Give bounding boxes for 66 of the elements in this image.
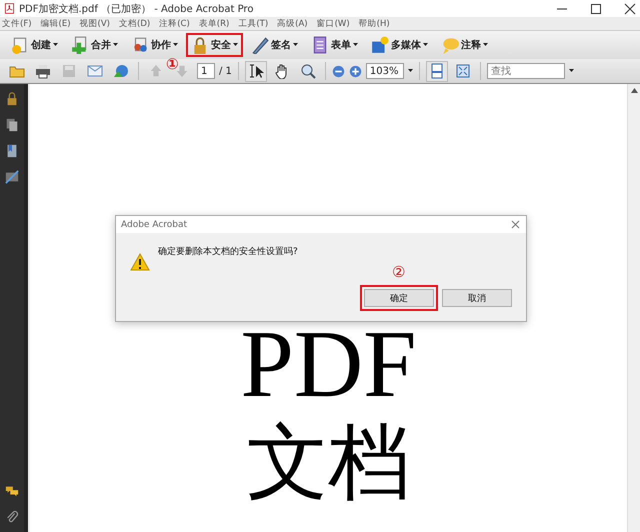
select-tool-button[interactable] <box>244 60 267 82</box>
close-icon[interactable] <box>624 2 636 14</box>
expand-icon <box>454 63 471 79</box>
document-text: 文档 <box>246 422 410 504</box>
menu-item[interactable]: 高级(A) <box>277 18 308 30</box>
toolbar-button[interactable]: 多媒体 <box>366 33 433 57</box>
menu-item[interactable]: 编辑(E) <box>40 18 71 30</box>
menu-item[interactable]: 文件(F) <box>2 18 32 30</box>
dialog-button[interactable]: 取消 <box>442 289 512 307</box>
pages-icon <box>5 118 19 132</box>
toolbar-button[interactable]: 创建 <box>6 33 63 57</box>
caret-icon <box>568 69 574 73</box>
signature-icon <box>5 170 19 184</box>
pen-icon <box>251 36 269 54</box>
save-icon <box>61 63 77 79</box>
page-icon <box>428 63 445 79</box>
caret-icon <box>483 43 488 47</box>
caret-icon <box>423 43 428 47</box>
zoom-field[interactable]: 103% <box>366 63 404 79</box>
caret-icon <box>353 43 358 47</box>
menu-item[interactable]: 注释(C) <box>159 18 190 30</box>
toolbar-button[interactable]: 表单 <box>306 33 363 57</box>
mail-icon <box>87 63 103 79</box>
menu-item[interactable]: 工具(T) <box>238 18 268 30</box>
callout-number: ① <box>166 57 179 72</box>
caret-icon <box>408 69 413 73</box>
dialog-button[interactable]: 确定 <box>364 289 434 307</box>
dialog-message: 确定要删除本文档的安全性设置吗? <box>158 246 298 259</box>
caret-icon <box>293 43 298 47</box>
menu-item[interactable]: 表单(R) <box>198 18 230 30</box>
up-arrow-icon <box>149 64 163 78</box>
warning-icon <box>130 253 150 271</box>
menu-item[interactable]: 窗口(W) <box>316 18 350 30</box>
pdf-file-icon <box>4 3 15 14</box>
menu-item[interactable]: 视图(V) <box>80 18 110 30</box>
search-field[interactable]: 查找 <box>486 63 565 79</box>
toolbar-button[interactable]: 注释 <box>436 33 493 57</box>
magnifier-icon <box>300 63 316 79</box>
zoom-out-icon <box>332 64 345 78</box>
callout-number: ② <box>392 265 406 280</box>
single-page-button[interactable] <box>426 60 448 82</box>
padlock-icon <box>5 92 19 106</box>
dialog-title: Adobe Acrobat <box>121 220 188 230</box>
toolbar-button[interactable]: 合并 <box>66 33 123 57</box>
maximize-icon[interactable] <box>590 2 602 14</box>
bookmark-icon <box>5 144 19 158</box>
print-icon <box>35 63 51 79</box>
speech-bubble-icon <box>441 36 459 54</box>
paperclip-icon <box>5 510 19 524</box>
cursor-icon <box>248 63 264 79</box>
window-title: PDF加密文档.pdf （已加密） - Adobe Acrobat Pro <box>19 2 254 16</box>
speech-bubbles-icon <box>5 484 19 498</box>
menu-item[interactable]: 帮助(H) <box>358 18 390 30</box>
form-icon <box>311 36 329 54</box>
caret-icon <box>53 43 58 47</box>
caret-icon <box>173 43 178 47</box>
page-count: / 1 <box>219 66 232 76</box>
document-text: PDF <box>240 316 417 412</box>
page-number-field[interactable]: 1 <box>197 63 215 79</box>
zoom-in-icon <box>348 64 362 78</box>
caret-icon <box>113 43 118 47</box>
scroll-up-icon[interactable] <box>630 88 638 93</box>
caret-icon <box>233 43 238 47</box>
menu-item[interactable]: 文档(D) <box>119 18 150 30</box>
toolbar-button[interactable]: 签名 <box>246 33 303 57</box>
toolbar-button[interactable]: 协作 <box>126 33 183 57</box>
